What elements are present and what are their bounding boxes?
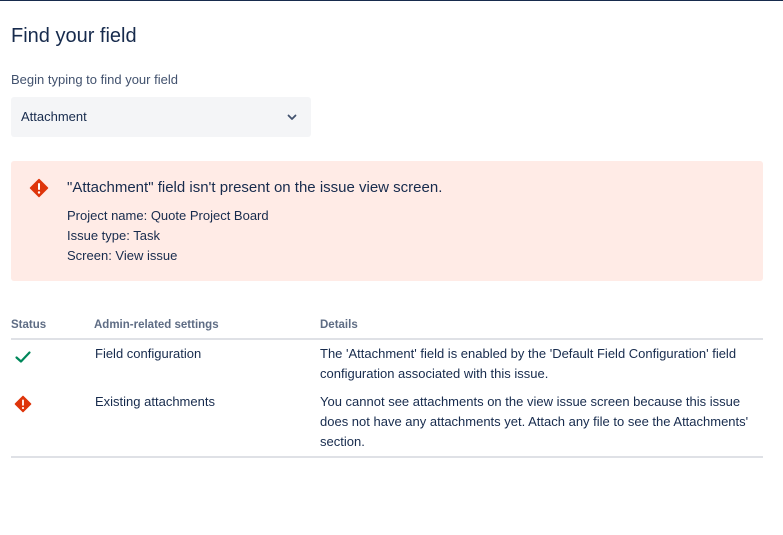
field-select[interactable]: Attachment <box>11 97 311 137</box>
table-row-setting: Field configuration <box>95 346 202 361</box>
table-bottom-divider <box>11 456 763 458</box>
chevron-down-icon[interactable] <box>285 110 299 124</box>
header-divider <box>11 338 763 340</box>
error-icon <box>14 395 32 413</box>
error-alert: "Attachment" field isn't present on the … <box>11 161 763 281</box>
column-header-details: Details <box>320 319 358 331</box>
alert-issue-type: Issue type: Task <box>67 228 160 243</box>
top-border <box>0 0 783 1</box>
page-title: Find your field <box>11 25 137 47</box>
table-row-details: You cannot see attachments on the view i… <box>320 394 749 449</box>
column-header-settings: Admin-related settings <box>94 319 219 331</box>
alert-title: "Attachment" field isn't present on the … <box>67 179 443 196</box>
check-icon <box>15 351 31 363</box>
column-header-status: Status <box>11 319 47 331</box>
alert-project-name: Project name: Quote Project Board <box>67 208 269 223</box>
field-search-label: Begin typing to find your field <box>11 72 178 87</box>
error-icon <box>29 178 49 198</box>
table-row-details: The 'Attachment' field is enabled by the… <box>320 346 737 381</box>
alert-screen: Screen: View issue <box>67 248 178 263</box>
field-select-value: Attachment <box>21 109 87 124</box>
table-row-setting: Existing attachments <box>95 394 215 409</box>
